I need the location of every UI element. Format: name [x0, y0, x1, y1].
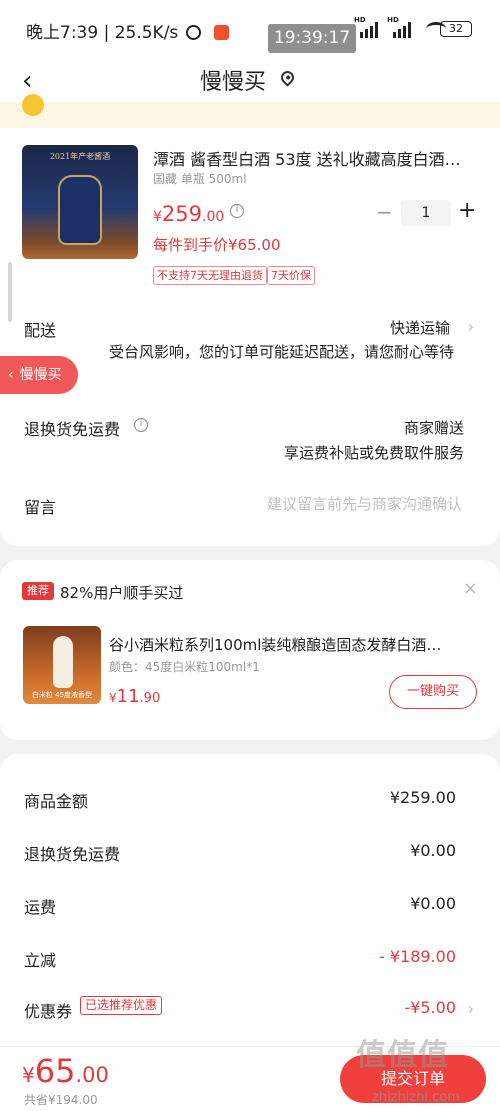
page-title: 慢慢买: [200, 70, 267, 95]
quantity-input[interactable]: 1: [401, 200, 451, 226]
battery-icon: 32: [440, 21, 472, 37]
alarm-icon: [185, 25, 201, 40]
recommend-title[interactable]: 谷小酒米粒系列100ml装纯粮酿造固态发酵白酒…: [109, 634, 475, 655]
summary-value: ¥259.00: [389, 788, 456, 807]
price-summary: 商品金额 ¥259.00 退换货免运费 ¥0.00 运费 ¥0.00 立减 - …: [0, 754, 500, 1054]
coupon-value[interactable]: -¥5.00: [404, 998, 456, 1017]
clock-overlay: 19:39:17: [268, 24, 356, 53]
notice-strip: [0, 94, 500, 128]
status-time-speed: 晚上7:39 | 25.5K/s: [26, 18, 230, 43]
watermark: 值值值: [356, 1038, 449, 1073]
status-icons: HD HD: [354, 16, 452, 40]
quantity-minus-button[interactable]: −: [376, 200, 393, 224]
message-input[interactable]: 建议留言前先与商家沟通确认: [267, 493, 462, 514]
delivery-label: 配送: [24, 321, 57, 340]
return-fee-label: 退换货免运费: [24, 420, 121, 439]
summary-value: ¥0.00: [410, 894, 456, 913]
order-card: 2021年产老酱酒 潭酒 酱香型白酒 53度 送礼收藏高度白酒… 国藏 单瓶 5…: [0, 128, 500, 546]
summary-value: ¥0.00: [410, 841, 456, 860]
notice-icon: [22, 94, 44, 116]
info-icon[interactable]: i: [230, 204, 244, 218]
nav-bar: ‹ 慢慢买: [0, 58, 500, 102]
chevron-right-icon[interactable]: ›: [468, 999, 474, 1018]
scrollbar: [8, 262, 12, 322]
summary-label: 运费: [24, 898, 57, 917]
total-price: ¥65.00: [22, 1052, 109, 1090]
policy-tag: 不支持7天无理由退货: [153, 266, 267, 285]
recommend-image[interactable]: 白米粒 45度浓香型: [23, 626, 101, 704]
chevron-right-icon[interactable]: ›: [468, 317, 474, 336]
watermark-sub: zhizhizhi.com: [372, 1090, 460, 1105]
status-bar: 晚上7:39 | 25.5K/s 19:39:17 HD HD 32: [0, 0, 500, 58]
summary-label: 立减: [24, 951, 57, 970]
coupon-label: 优惠券: [24, 1002, 73, 1021]
app-notification-icon: [214, 25, 230, 40]
product-price: ¥259.00: [153, 202, 225, 226]
summary-label: 退换货免运费: [24, 845, 121, 864]
location-pin-icon[interactable]: [278, 68, 297, 87]
signal-icon: HD: [354, 16, 380, 38]
signal-icon-2: HD: [387, 16, 413, 38]
recommend-spec: 颜色：45度白米粒100ml*1: [109, 660, 260, 674]
summary-value: - ¥189.00: [378, 947, 456, 966]
message-label: 留言: [24, 498, 57, 517]
bottle-graphic: [58, 175, 102, 245]
coupon-tag: 已选推荐优惠: [80, 996, 163, 1015]
bottle-graphic: [53, 636, 73, 688]
delivery-value[interactable]: 快递运输: [390, 317, 450, 338]
quantity-plus-button[interactable]: +: [458, 198, 476, 223]
delivery-note: 受台风影响，您的订单可能延迟配送，请您耐心等待: [108, 343, 454, 361]
product-image[interactable]: 2021年产老酱酒: [22, 145, 138, 259]
product-spec: 国藏 单瓶 500ml: [153, 172, 247, 186]
product-image-caption: 2021年产老酱酒: [49, 152, 111, 161]
recommend-price: ¥11.90: [109, 686, 161, 707]
arrive-price: 每件到手价¥65.00: [153, 236, 281, 254]
price-protect-tag: 7天价保: [267, 266, 315, 285]
recommend-text: 82%用户顺手买过: [60, 584, 184, 602]
close-icon[interactable]: ×: [463, 578, 478, 599]
info-icon[interactable]: i: [134, 418, 148, 432]
float-return-button[interactable]: ‹ 慢慢买: [0, 356, 78, 394]
total-saved: 共省¥194.00: [24, 1093, 98, 1107]
recommend-image-caption: 白米粒 45度浓香型: [31, 691, 93, 699]
summary-label: 商品金额: [24, 792, 89, 811]
return-fee-sub: 享运费补贴或免费取件服务: [283, 444, 464, 462]
product-title[interactable]: 潭酒 酱香型白酒 53度 送礼收藏高度白酒…: [153, 146, 473, 170]
one-click-buy-button[interactable]: 一键购买: [389, 675, 477, 709]
return-fee-value: 商家赠送: [403, 419, 464, 437]
back-chevron-icon[interactable]: ‹: [22, 66, 32, 96]
chevron-left-icon: ‹: [8, 367, 14, 383]
recommend-badge: 推荐: [22, 582, 54, 600]
recommend-card: 推荐 82%用户顺手买过 × 白米粒 45度浓香型 谷小酒米粒系列100ml装纯…: [0, 560, 500, 740]
